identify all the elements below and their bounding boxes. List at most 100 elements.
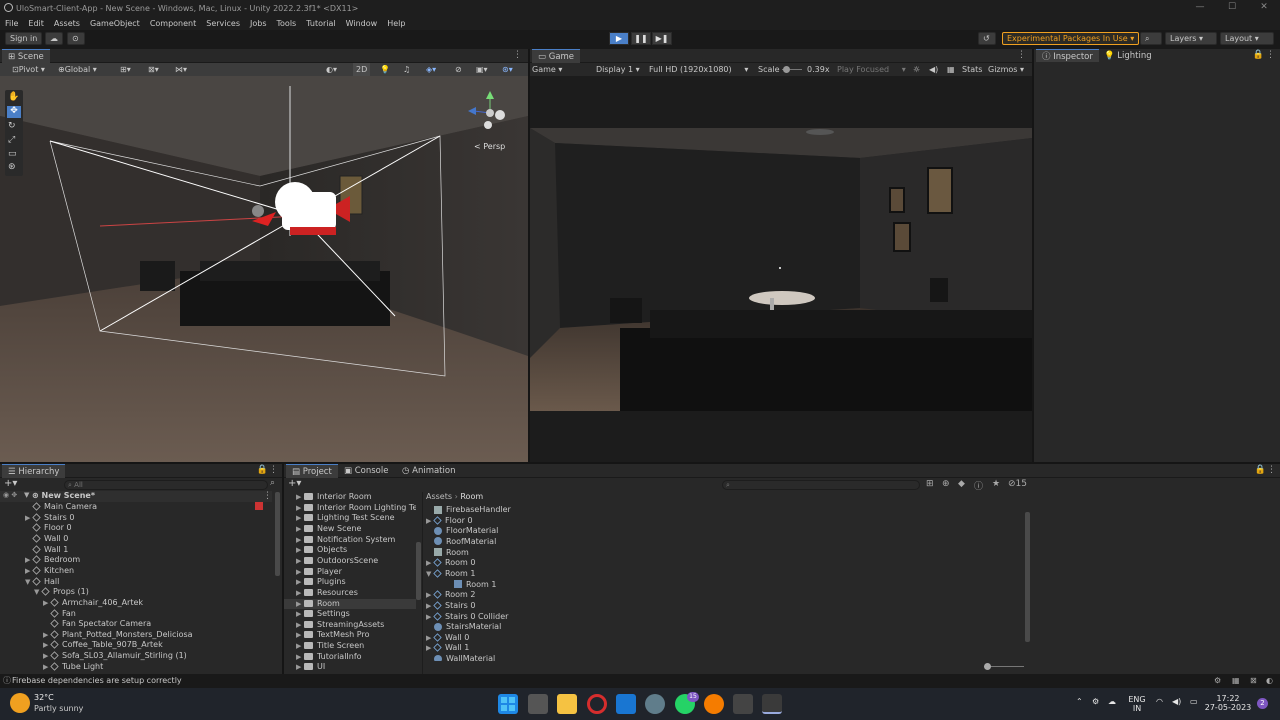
onedrive-icon[interactable]: ☁: [1108, 697, 1116, 706]
folder-expand-arrow[interactable]: ▶: [296, 513, 304, 524]
expand-arrow[interactable]: ▶: [25, 566, 33, 577]
folder-expand-arrow[interactable]: ▶: [296, 620, 304, 631]
menu-window[interactable]: Window: [346, 19, 378, 28]
layout-dropdown[interactable]: Layout ▾: [1220, 32, 1274, 45]
tray-app-icon[interactable]: ⚙: [1092, 697, 1099, 706]
hand-tool-icon[interactable]: ✋: [8, 92, 19, 102]
folder-expand-arrow[interactable]: ▶: [296, 577, 304, 588]
info-icon[interactable]: ⓘ: [974, 479, 983, 492]
folder-item[interactable]: ▶ Lighting Test Scene: [284, 513, 416, 524]
menu-component[interactable]: Component: [150, 19, 196, 28]
folder-divider[interactable]: [422, 492, 423, 674]
tab-game[interactable]: ▭ Game: [532, 49, 581, 63]
unity-hub-icon[interactable]: [733, 694, 753, 714]
audio-toggle-icon[interactable]: ♫: [403, 63, 410, 76]
game-view[interactable]: [530, 128, 1032, 411]
task-view-icon[interactable]: [528, 694, 548, 714]
tab-project[interactable]: ▤ Project: [286, 464, 338, 478]
expand-arrow[interactable]: ▶: [43, 630, 51, 641]
tab-console[interactable]: ▣ Console: [338, 464, 394, 478]
camera-settings-icon[interactable]: ▣▾: [476, 63, 488, 76]
folder-expand-arrow[interactable]: ▶: [296, 652, 304, 663]
project-add-button[interactable]: +▾: [288, 478, 301, 489]
hidden-objects-icon[interactable]: ⊘: [455, 63, 462, 76]
lighting-toggle-icon[interactable]: 💡: [380, 63, 390, 76]
folder-expand-arrow[interactable]: ▶: [296, 599, 304, 610]
asset-item[interactable]: WallMaterial: [426, 654, 495, 661]
hierarchy-row[interactable]: Fan Spectator Camera: [43, 619, 151, 630]
display-dropdown[interactable]: Display 1 ▾: [596, 63, 640, 76]
effects-toggle-icon[interactable]: ◈▾: [426, 63, 436, 76]
layers-dropdown[interactable]: Layers ▾: [1165, 32, 1217, 45]
start-icon[interactable]: [498, 694, 518, 714]
hidden-count[interactable]: ⊘15: [1008, 479, 1027, 489]
menu-gameobject[interactable]: GameObject: [90, 19, 140, 28]
asset-expand-arrow[interactable]: ▶: [426, 558, 434, 569]
menu-help[interactable]: Help: [387, 19, 405, 28]
tab-scene[interactable]: ⊞ Scene: [2, 49, 50, 63]
folder-scrollbar[interactable]: [416, 542, 421, 600]
folder-expand-arrow[interactable]: ▶: [296, 662, 304, 672]
panel-menu-icon[interactable]: ⋮: [513, 50, 522, 60]
gizmos-toggle[interactable]: Gizmos ▾: [988, 63, 1024, 76]
scene-view[interactable]: < Persp ✋ ✥ ↻ ⤢ ▭ ⊛: [0, 76, 528, 462]
hierarchy-row[interactable]: ▶ Bedroom: [25, 555, 80, 566]
sign-in-button[interactable]: Sign in: [5, 32, 43, 45]
folder-item[interactable]: ▶ Resources: [284, 588, 416, 599]
folder-expand-arrow[interactable]: ▶: [296, 567, 304, 578]
asset-item[interactable]: Room 1: [446, 580, 496, 591]
folder-expand-arrow[interactable]: ▶: [296, 535, 304, 546]
resolution-dropdown[interactable]: Full HD (1920x1080) ▾: [649, 63, 748, 76]
folder-item[interactable]: ▶ TextMesh Pro: [284, 630, 416, 641]
folder-item[interactable]: ▶ New Scene: [284, 524, 416, 535]
menu-file[interactable]: File: [5, 19, 18, 28]
cache-icon[interactable]: ▦: [1232, 674, 1240, 688]
asset-item[interactable]: ▼ Room 1: [426, 569, 475, 580]
search-by-type-icon[interactable]: ⊞: [926, 479, 934, 489]
tray-expand-icon[interactable]: ⌃: [1076, 697, 1083, 706]
hierarchy-filter-icon[interactable]: ⌕: [270, 478, 275, 488]
increment-snap-icon[interactable]: ⊠▾: [148, 63, 159, 76]
step-button[interactable]: ▶❚: [652, 32, 672, 45]
folder-expand-arrow[interactable]: ▶: [296, 609, 304, 620]
mute-audio-icon[interactable]: ☼: [913, 63, 920, 76]
blender-icon[interactable]: [704, 694, 724, 714]
hierarchy-row[interactable]: ▶ Sofa_SL03_Allamuir_Stirling (1): [43, 651, 187, 662]
scene-menu-icon[interactable]: ⋮: [263, 491, 272, 501]
breadcrumb-room[interactable]: Room: [460, 492, 483, 501]
folder-item[interactable]: ▶ Interior Room Lighting Test: [284, 503, 416, 514]
pause-button[interactable]: ❚❚: [631, 32, 651, 45]
asset-item[interactable]: FloorMaterial: [426, 526, 498, 537]
stats-toggle[interactable]: Stats: [962, 63, 982, 76]
game-mode-dropdown[interactable]: Game ▾: [532, 63, 562, 76]
inspector-menu-icon[interactable]: ⋮: [1266, 50, 1275, 60]
asset-item[interactable]: StairsMaterial: [426, 622, 501, 633]
icon-size-slider-thumb[interactable]: [984, 663, 991, 670]
search-by-label-icon[interactable]: ⊕: [942, 479, 950, 489]
scene-expand-arrow[interactable]: ▼: [24, 491, 29, 499]
folder-item[interactable]: ▶ Room: [284, 598, 416, 610]
gizmos-toggle-icon[interactable]: ⊛▾: [502, 63, 513, 76]
hierarchy-row[interactable]: ▶ Armchair_406_Artek: [43, 598, 143, 609]
wifi-icon[interactable]: ◠: [1156, 697, 1163, 706]
hierarchy-row[interactable]: ▼ Props (1): [34, 587, 89, 598]
folder-item[interactable]: ▶ Interior Room: [284, 492, 416, 503]
folder-item[interactable]: ▶ OutdoorsScene: [284, 556, 416, 567]
maximize-icon[interactable]: ☐: [1216, 0, 1248, 16]
history-icon[interactable]: ↺: [978, 32, 996, 45]
folder-item[interactable]: ▶ UI: [284, 662, 416, 672]
folder-item[interactable]: ▶ StreamingAssets: [284, 620, 416, 631]
menu-services[interactable]: Services: [206, 19, 240, 28]
scale-tool-icon[interactable]: ⤢: [8, 135, 15, 145]
folder-expand-arrow[interactable]: ▶: [296, 524, 304, 535]
expand-arrow[interactable]: ▶: [43, 598, 51, 609]
unity-editor-icon[interactable]: [762, 694, 782, 714]
weather-desc[interactable]: Partly sunny: [34, 704, 83, 713]
asset-item[interactable]: ▶ Wall 0: [426, 633, 469, 644]
asset-scrollbar[interactable]: [1025, 512, 1030, 642]
asset-item[interactable]: ▶ Room 2: [426, 590, 475, 601]
visibility-icon[interactable]: ◉ ✥: [3, 491, 17, 499]
asset-item[interactable]: RoofMaterial: [426, 537, 496, 548]
folder-item[interactable]: ▶ Notification System: [284, 535, 416, 546]
asset-item[interactable]: ▶ Stairs 0 Collider: [426, 612, 508, 623]
